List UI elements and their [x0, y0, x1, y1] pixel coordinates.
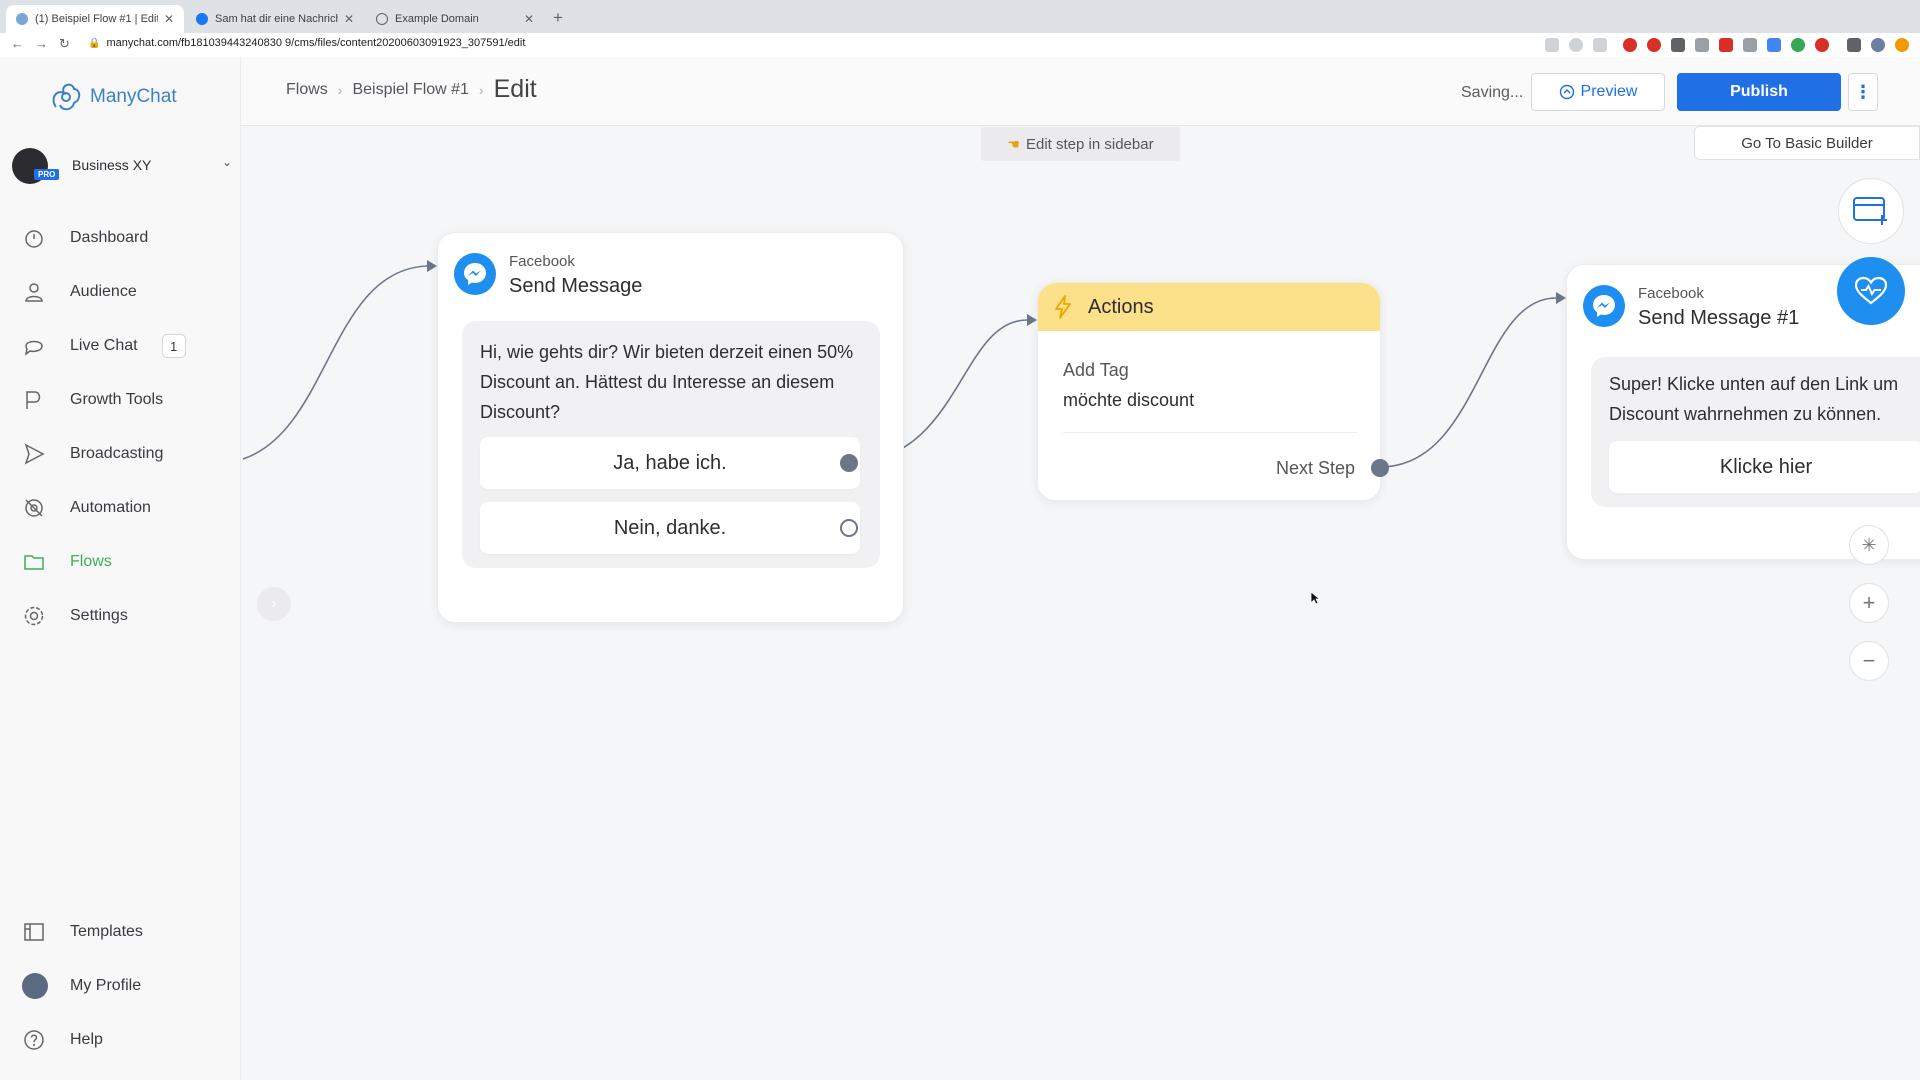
button-label: Ja, habe ich.	[613, 451, 727, 474]
chevron-right-icon: ›	[271, 595, 277, 612]
heart-pulse-icon	[1854, 276, 1888, 305]
mouse-cursor-icon	[1310, 591, 1320, 605]
hint-text: Edit step in sidebar	[1025, 135, 1154, 153]
send-message-node[interactable]: Facebook Send Message Hi, wie gehts dir?…	[437, 232, 904, 623]
messenger-icon	[1583, 285, 1625, 327]
node-source: Facebook	[509, 253, 575, 270]
message-text: Hi, wie gehts dir? Wir bieten derzeit ei…	[480, 342, 854, 422]
node-title: Send Message	[509, 275, 643, 297]
add-content-button[interactable]	[1838, 178, 1904, 244]
button-label: Klicke hier	[1719, 455, 1813, 478]
url-button[interactable]: Klicke hier	[1609, 441, 1920, 493]
lightning-icon	[1055, 295, 1071, 319]
message-text: Super! Klicke unten auf den Link um Disc…	[1609, 374, 1899, 424]
connector-handle[interactable]	[840, 454, 858, 472]
node-source: Facebook	[1638, 285, 1704, 302]
sparkle-icon: ✳	[1861, 534, 1877, 555]
zoom-out-button[interactable]: −	[1849, 641, 1889, 681]
quick-reply-button[interactable]: Nein, danke.	[480, 502, 860, 554]
action-value: möchte discount	[1063, 390, 1195, 410]
pointing-hand-icon: ☚	[1007, 135, 1020, 152]
connector-handle[interactable]	[1371, 459, 1389, 477]
zoom-in-button[interactable]: +	[1849, 583, 1889, 623]
add-card-icon	[1853, 197, 1887, 225]
magic-wand-button[interactable]: ✳	[1849, 525, 1889, 565]
button-label: Nein, danke.	[613, 516, 727, 539]
plus-icon: +	[1862, 590, 1876, 615]
next-step-label: Next Step	[1276, 458, 1356, 478]
quick-reply-button[interactable]: Ja, habe ich.	[480, 437, 860, 489]
connector-handle[interactable]	[840, 519, 858, 537]
basic-builder-button[interactable]: Go To Basic Builder	[1694, 126, 1920, 160]
divider	[1063, 432, 1357, 433]
messenger-icon	[454, 253, 496, 295]
action-label: Add Tag	[1063, 360, 1129, 380]
node-title: Actions	[1088, 296, 1154, 318]
node-title: Send Message #1	[1638, 307, 1800, 329]
actions-node[interactable]: Actions Add Tag möchte discount Next Ste…	[1037, 282, 1389, 501]
edit-step-hint: ☚ Edit step in sidebar	[981, 127, 1180, 161]
health-check-button[interactable]	[1837, 257, 1905, 325]
expand-sidebar-button[interactable]: ›	[257, 587, 291, 621]
minus-icon: −	[1862, 648, 1876, 673]
